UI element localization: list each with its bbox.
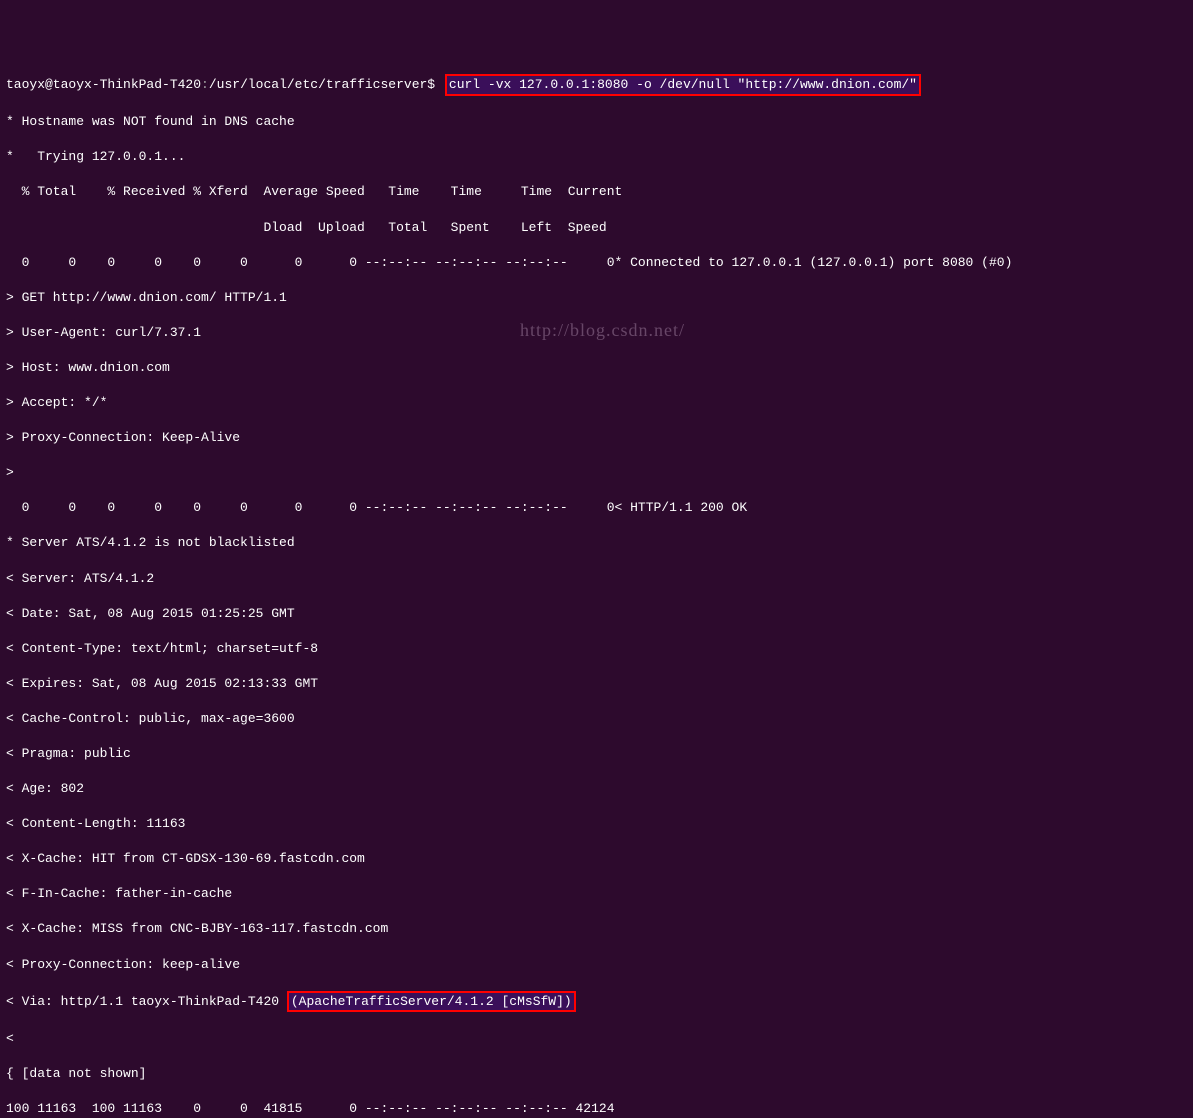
output-line: < Cache-Control: public, max-age=3600: [6, 710, 1187, 728]
prompt-userhost: taoyx@taoyx-ThinkPad-T420: [6, 77, 201, 92]
output-line: 0 0 0 0 0 0 0 0 --:--:-- --:--:-- --:--:…: [6, 499, 1187, 517]
output-line: < Content-Length: 11163: [6, 815, 1187, 833]
output-line: * Hostname was NOT found in DNS cache: [6, 113, 1187, 131]
output-line: < Server: ATS/4.1.2: [6, 570, 1187, 588]
via-line: < Via: http/1.1 taoyx-ThinkPad-T420 (Apa…: [6, 991, 1187, 1013]
output-line: > Accept: */*: [6, 394, 1187, 412]
output-line: > Host: www.dnion.com: [6, 359, 1187, 377]
output-line: * Trying 127.0.0.1...: [6, 148, 1187, 166]
output-line: < Date: Sat, 08 Aug 2015 01:25:25 GMT: [6, 605, 1187, 623]
command-text[interactable]: curl -vx 127.0.0.1:8080 -o /dev/null "ht…: [445, 74, 921, 96]
prompt-path: /usr/local/etc/trafficserver: [209, 77, 427, 92]
output-line: 0 0 0 0 0 0 0 0 --:--:-- --:--:-- --:--:…: [6, 254, 1187, 272]
via-prefix: < Via: http/1.1 taoyx-ThinkPad-T420: [6, 994, 287, 1009]
output-line: * Server ATS/4.1.2 is not blacklisted: [6, 534, 1187, 552]
output-line: >: [6, 464, 1187, 482]
output-line: 100 11163 100 11163 0 0 41815 0 --:--:--…: [6, 1100, 1187, 1118]
output-line: % Total % Received % Xferd Average Speed…: [6, 183, 1187, 201]
output-line: <: [6, 1030, 1187, 1048]
watermark: http://blog.csdn.net/: [520, 318, 685, 342]
output-line: { [data not shown]: [6, 1065, 1187, 1083]
output-line: < X-Cache: HIT from CT-GDSX-130-69.fastc…: [6, 850, 1187, 868]
prompt-dollar: $: [427, 77, 443, 92]
output-line: Dload Upload Total Spent Left Speed: [6, 219, 1187, 237]
output-line: < F-In-Cache: father-in-cache: [6, 885, 1187, 903]
output-line: < Content-Type: text/html; charset=utf-8: [6, 640, 1187, 658]
output-line: < Age: 802: [6, 780, 1187, 798]
output-line: > GET http://www.dnion.com/ HTTP/1.1: [6, 289, 1187, 307]
output-line: > Proxy-Connection: Keep-Alive: [6, 429, 1187, 447]
output-line: < Expires: Sat, 08 Aug 2015 02:13:33 GMT: [6, 675, 1187, 693]
via-highlight: (ApacheTrafficServer/4.1.2 [cMsSfW]): [287, 991, 576, 1013]
prompt-sep: :: [201, 77, 209, 92]
output-line: < X-Cache: MISS from CNC-BJBY-163-117.fa…: [6, 920, 1187, 938]
output-line: < Proxy-Connection: keep-alive: [6, 956, 1187, 974]
prompt-line: taoyx@taoyx-ThinkPad-T420:/usr/local/etc…: [6, 74, 1187, 96]
output-line: < Pragma: public: [6, 745, 1187, 763]
